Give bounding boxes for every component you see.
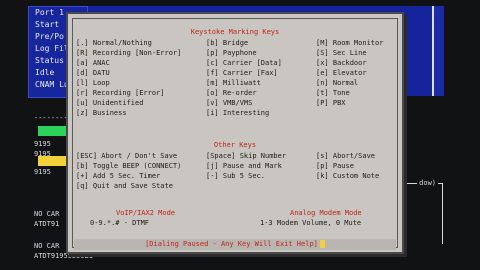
right-window-frame: dow) xyxy=(398,179,443,244)
voip-mode-title: VoIP/IAX2 Mode xyxy=(116,209,176,217)
analog-mode-title: Analog Modem Mode xyxy=(290,209,362,217)
key-binding-item: [S] Sec Line xyxy=(316,49,367,57)
marking-keys-col-1: [.] Normal/Nothing [R] Recording [Non-Err… xyxy=(76,38,181,118)
key-binding-item: [a] ANAC xyxy=(76,59,110,67)
key-binding-item: [n] Normal xyxy=(316,79,359,87)
key-binding-item: [f] Carrier [Fax] xyxy=(206,69,278,77)
bottom-left-line-1: NO CAR xyxy=(34,210,60,218)
key-binding-item: [x] Backdoor xyxy=(316,59,367,67)
key-binding-item: [t] Tone xyxy=(316,89,350,97)
other-keys-heading: Other Keys xyxy=(213,141,257,149)
key-binding-item: [s] Abort/Save xyxy=(316,152,376,160)
help-dialog[interactable]: Keystoke Marking Keys [.] Normal/Nothing… xyxy=(66,12,404,254)
key-binding-item: [u] Unidentified xyxy=(76,99,144,107)
bottom-left-line-2: ATDT91 xyxy=(34,220,60,228)
key-binding-item: [p] Payphone xyxy=(206,49,257,57)
marking-keys-col-2: [b] Bridge [p] Payphone [c] Carrier [Data]… xyxy=(206,38,282,118)
background-number-line: 9195 xyxy=(34,140,51,148)
analog-mode-value: 1-3 Modem Volume, 0 Mute xyxy=(260,219,362,227)
other-keys-col-2: [Space] Skip Number [j] Pause and Mark [-]… xyxy=(206,151,286,181)
other-keys-col-1: [ESC] Abort / Don't Save [b] Toggle BEEP … xyxy=(76,151,181,191)
key-binding-item: [b] Bridge xyxy=(206,39,249,47)
keystroke-heading: Keystoke Marking Keys xyxy=(190,28,280,36)
key-binding-item: [d] DATU xyxy=(76,69,110,77)
key-binding-item: [.] Normal/Nothing xyxy=(76,39,152,47)
key-binding-item: [c] Carrier [Data] xyxy=(206,59,282,67)
key-binding-item: [k] Custom Note xyxy=(316,172,380,180)
key-binding-item: [r] Recording [Error] xyxy=(76,89,165,97)
key-binding-item: [ESC] Abort / Don't Save xyxy=(76,152,178,160)
key-binding-item: [l] Loop xyxy=(76,79,110,87)
bottom-left-line-3: NO CAR xyxy=(34,242,60,250)
background-number-line: 9195 xyxy=(34,168,51,176)
key-binding-item: [m] Milliwatt xyxy=(206,79,261,87)
key-binding-item: [v] VMB/VMS xyxy=(206,99,253,107)
marking-keys-col-3: [M] Room Monitor [S] Sec Line [x] Backdoor… xyxy=(316,38,383,108)
footer-text: [Dialing Paused - Any Key Will Exit Help… xyxy=(145,240,318,248)
terminal-screen: Port 1 Start Pre/Po Log Fil Status Idle CNAM L… xyxy=(0,0,480,270)
key-binding-item: [-] Sub 5 Sec. xyxy=(206,172,266,180)
key-binding-item: [o] Re-order xyxy=(206,89,257,97)
panel-right-edge xyxy=(432,6,444,96)
key-binding-item: [q] Quit and Save State xyxy=(76,182,173,190)
key-binding-item: [R] Recording [Non-Error] xyxy=(76,49,182,57)
key-binding-item: [p] Pause xyxy=(316,162,354,170)
text-cursor xyxy=(319,240,325,248)
key-binding-item: [j] Pause and Mark xyxy=(206,162,282,170)
key-binding-item: [P] PBX xyxy=(316,99,346,107)
key-binding-item: [Space] Skip Number xyxy=(206,152,287,160)
background-number-line: 9195 xyxy=(34,150,51,158)
key-binding-item: [+] Add 5 Sec. Timer xyxy=(76,172,161,180)
window-label: dow) xyxy=(417,179,438,187)
key-binding-item: [M] Room Monitor xyxy=(316,39,384,47)
other-keys-col-3: [s] Abort/Save [p] Pause [k] Custom Note xyxy=(316,151,379,181)
key-binding-item: [e] Elevator xyxy=(316,69,367,77)
voip-mode-value: 0-9.*.# - DTMF xyxy=(90,219,150,227)
key-binding-item: [b] Toggle BEEP (CONNECT) xyxy=(76,162,182,170)
help-footer[interactable]: [Dialing Paused - Any Key Will Exit Help… xyxy=(74,239,396,250)
key-binding-item: [i] Interesting xyxy=(206,109,270,117)
key-binding-item: [z] Business xyxy=(76,109,127,117)
